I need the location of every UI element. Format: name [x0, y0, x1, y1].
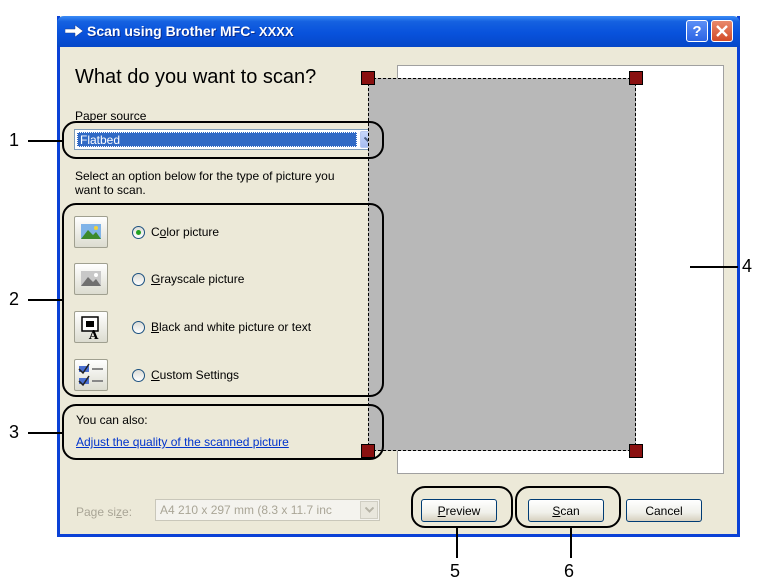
callout-box-1 [62, 121, 384, 159]
page-size-label: Page size: [76, 505, 133, 519]
crop-handle-top-right[interactable] [629, 71, 643, 85]
chevron-down-icon [360, 501, 378, 519]
crop-handle-top-left[interactable] [361, 71, 375, 85]
scanner-arrow-icon [65, 25, 83, 37]
callout-line-4 [690, 266, 738, 268]
close-icon [716, 25, 728, 37]
scan-area[interactable] [368, 78, 636, 451]
callout-line-1 [28, 140, 62, 142]
cancel-button[interactable]: Cancel [626, 499, 702, 522]
callout-number-6: 6 [564, 561, 575, 581]
page-size-select: A4 210 x 297 mm (8.3 x 11.7 inc [155, 499, 380, 521]
callout-box-6 [515, 486, 621, 528]
page-title: What do you want to scan? [75, 66, 317, 88]
instruction-line-2: want to scan. [75, 183, 146, 197]
close-button[interactable] [711, 20, 733, 42]
callout-number-2: 2 [9, 289, 20, 309]
callout-number-4: 4 [742, 256, 753, 276]
callout-number-5: 5 [450, 561, 461, 581]
callout-box-5 [411, 486, 513, 528]
callout-box-3 [62, 404, 384, 460]
help-button[interactable]: ? [686, 20, 708, 42]
callout-number-3: 3 [9, 422, 20, 442]
callout-line-5 [456, 528, 458, 558]
instruction-line-1: Select an option below for the type of p… [75, 169, 335, 183]
crop-handle-bottom-right[interactable] [629, 444, 643, 458]
title-bar[interactable]: Scan using Brother MFC- XXXX ? [57, 16, 740, 47]
callout-number-1: 1 [9, 130, 20, 150]
callout-box-2 [62, 203, 384, 397]
callout-line-3 [28, 432, 62, 434]
window-title: Scan using Brother MFC- XXXX [87, 23, 294, 39]
callout-line-2 [28, 299, 62, 301]
callout-line-6 [570, 528, 572, 558]
